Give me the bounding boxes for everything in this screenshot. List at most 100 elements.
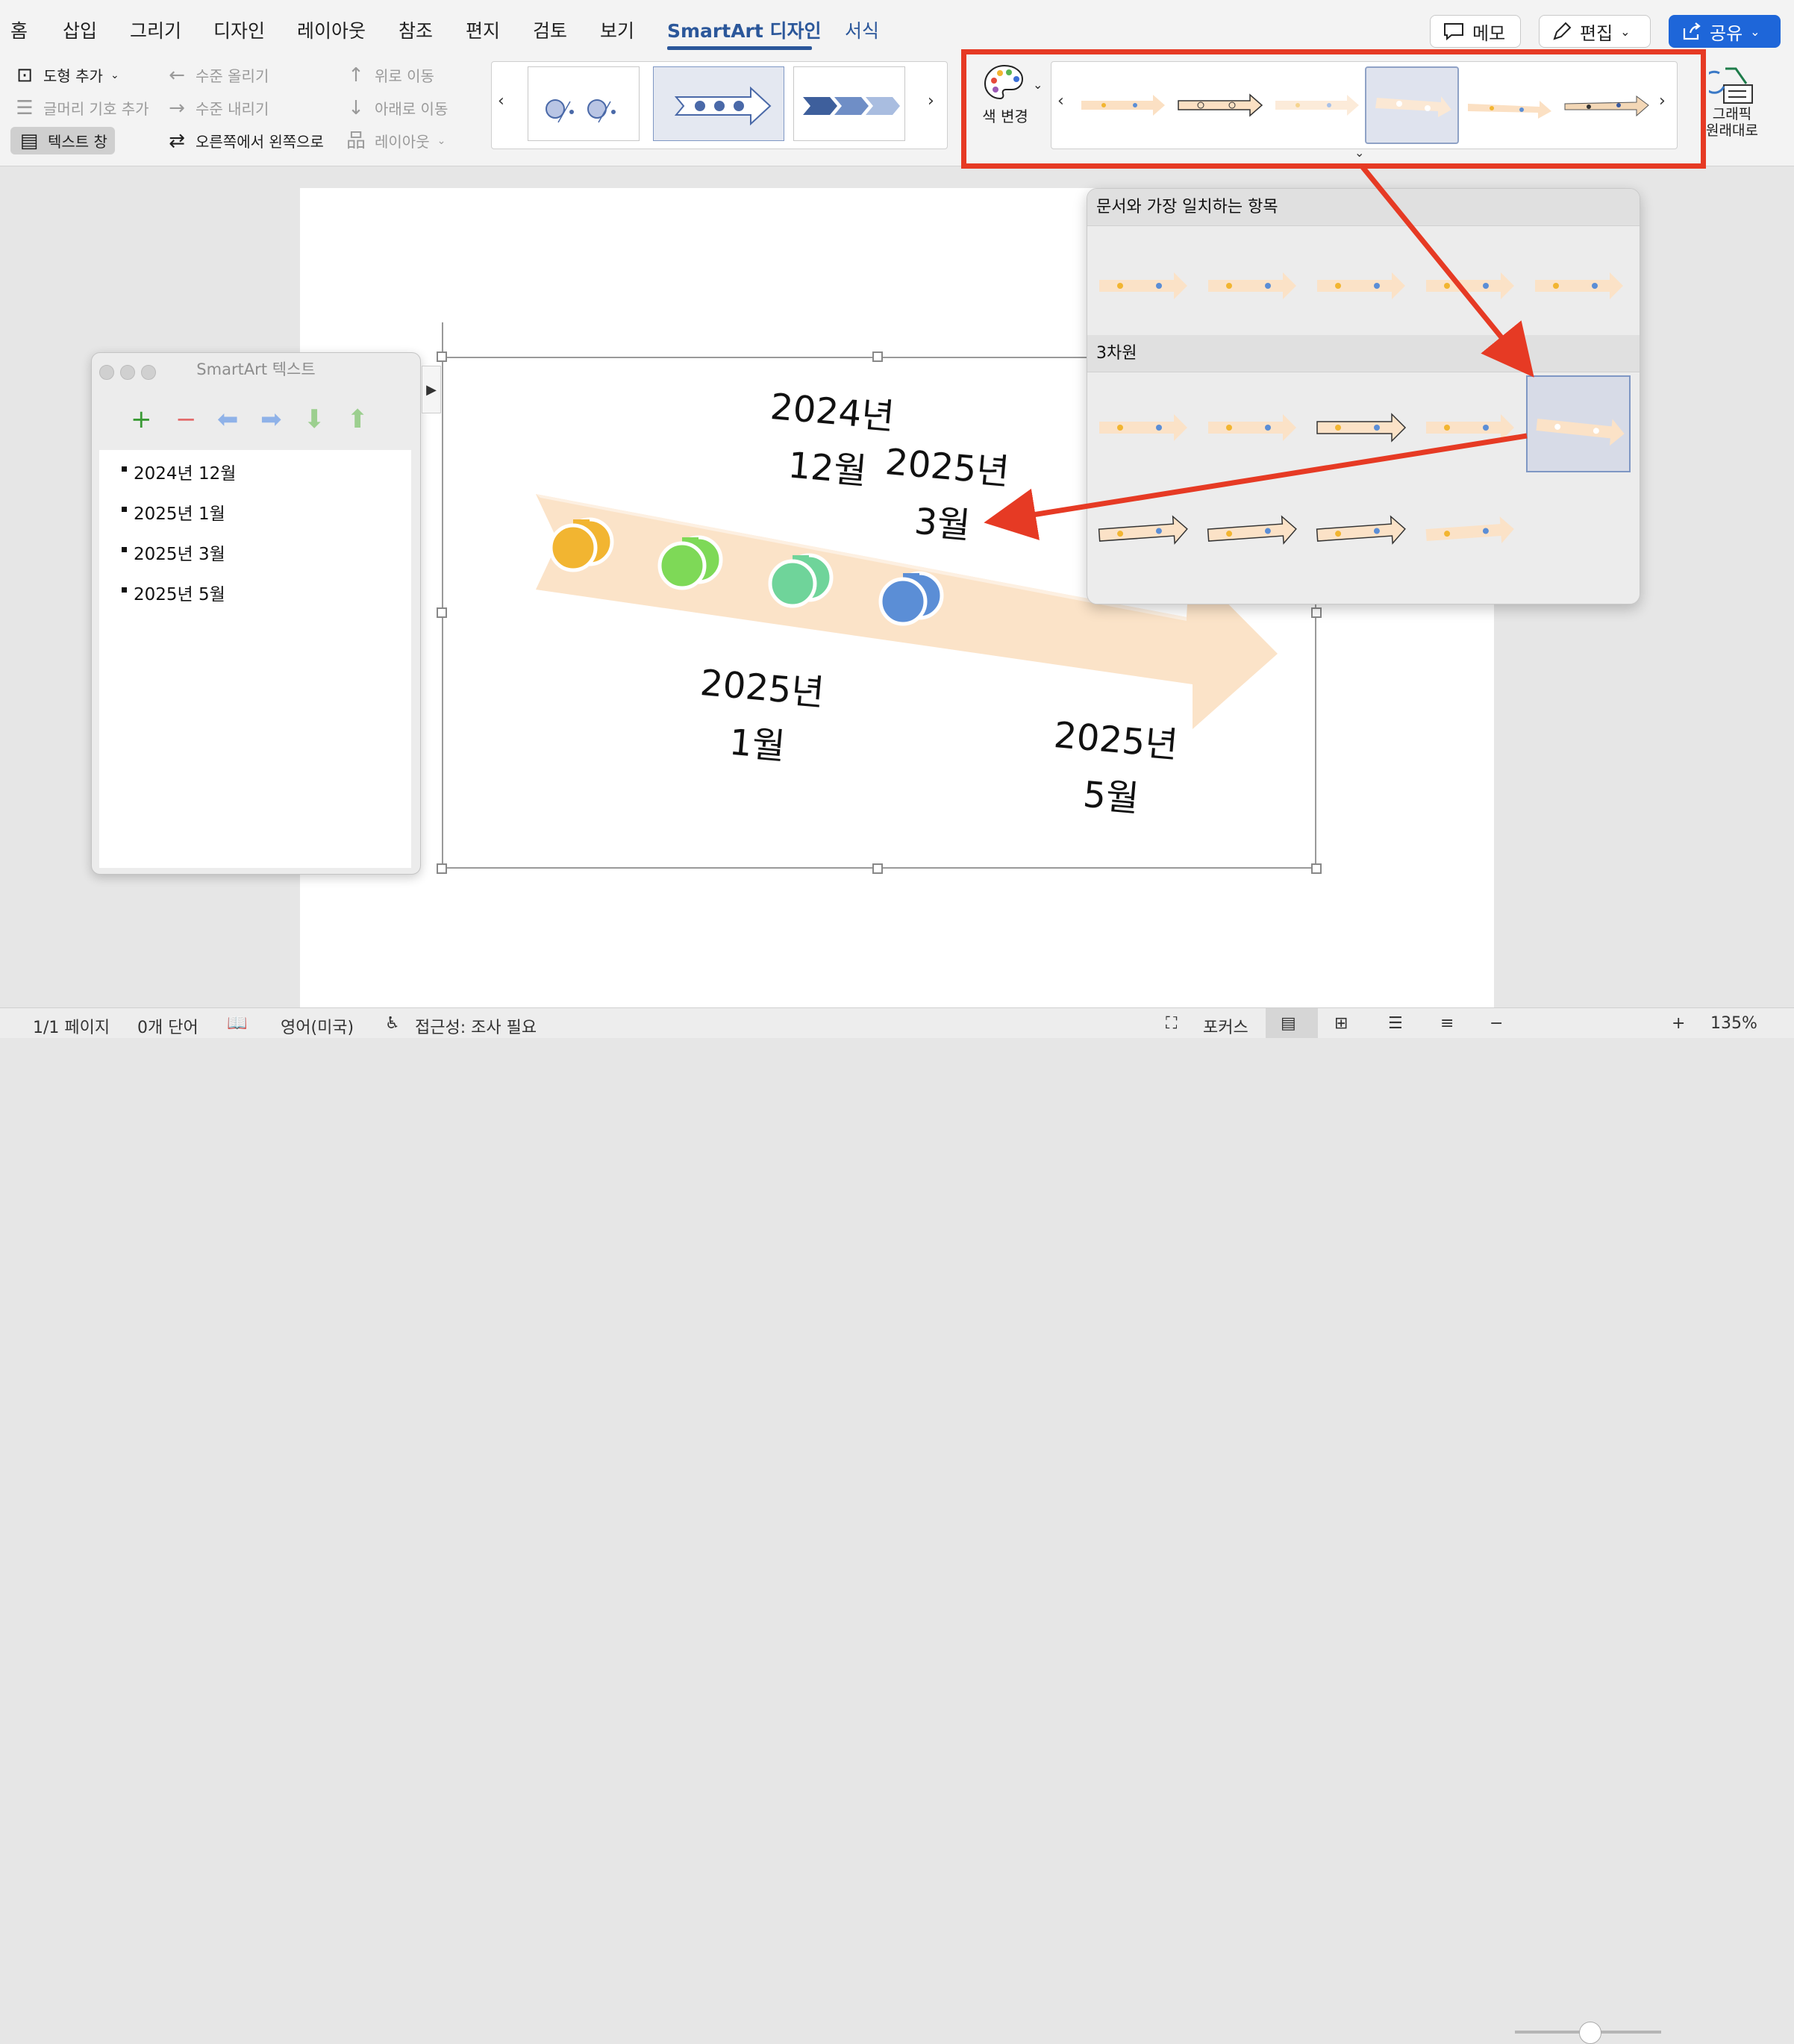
arrow-down-icon: ↓ [348,96,364,119]
draft-view-icon[interactable]: ≡ [1440,1014,1454,1033]
move-up-button[interactable]: ↑ 위로 이동 [345,64,434,86]
style-option-3[interactable] [1308,234,1413,331]
layout-thumb-chevrons[interactable] [793,66,905,141]
tab-format[interactable]: 서식 [845,16,879,43]
promote-label: 수준 올리기 [196,67,269,85]
remove-item-icon[interactable]: − [175,407,197,432]
gallery-next-icon[interactable]: › [928,92,934,110]
section-3d: 3차원 [1087,335,1640,372]
promote-item-icon[interactable]: ⬅ [217,407,239,432]
reset-graphic-button[interactable]: 그래픽 원래대로 [1706,63,1758,139]
move-up-item-icon[interactable]: ⬆ [347,407,369,432]
move-down-button[interactable]: ↓ 아래로 이동 [345,97,448,119]
layout-button[interactable]: 品 레이아웃 ⌄ [345,130,446,151]
style-option-5[interactable] [1526,234,1631,331]
text-pane-toggle[interactable]: ▤ 텍스트 창 [10,127,115,154]
style-arrow-icon [1099,272,1187,299]
arrow-left-icon: ← [169,63,185,87]
edit-mode-button[interactable]: 편집 ⌄ [1539,15,1651,48]
org-chart-icon: 品 [346,129,366,152]
move-up-label: 위로 이동 [375,67,434,85]
style-option-9[interactable] [1417,375,1522,472]
tab-smartart-design[interactable]: SmartArt 디자인 [667,16,822,43]
language[interactable]: 영어(미국) [281,1014,354,1038]
list-item[interactable]: 2025년 3월 [122,540,225,565]
demote-label: 수준 내리기 [196,100,269,118]
demote-item-icon[interactable]: ➡ [260,407,282,432]
comment-button[interactable]: 메모 [1430,15,1521,48]
comment-icon [1444,23,1463,41]
tab-review[interactable]: 검토 [533,16,567,43]
style-option-10[interactable] [1526,375,1631,472]
layout-thumb-arrow-dots[interactable] [653,66,784,141]
share-button[interactable]: 공유 ⌄ [1669,15,1781,48]
style-option-4[interactable] [1417,234,1522,331]
timeline-label-2[interactable]: 2025년 1월 [673,653,846,781]
text-pane-list[interactable]: 2024년 12월 2025년 1월 2025년 3월 2025년 5월 [99,450,411,868]
right-to-left-button[interactable]: ⇄ 오른쪽에서 왼쪽으로 [166,130,324,151]
zoom-in-icon[interactable]: + [1672,1014,1685,1033]
tab-home[interactable]: 홈 [10,16,28,43]
comment-label: 메모 [1472,22,1506,44]
tab-draw[interactable]: 그리기 [130,16,181,43]
tab-view[interactable]: 보기 [600,16,634,43]
zoom-out-icon[interactable]: − [1490,1014,1503,1033]
move-down-label: 아래로 이동 [375,100,448,118]
promote-button[interactable]: ← 수준 올리기 [166,64,269,86]
style-arrow-icon [1536,418,1625,446]
style-arrow-icon [1208,272,1296,299]
style-option-11[interactable] [1090,480,1195,577]
tab-references[interactable]: 참조 [399,16,433,43]
pencil-icon [1553,22,1572,40]
proofing-icon[interactable]: 📖 [227,1014,247,1033]
add-item-icon[interactable]: + [131,407,152,432]
style-arrow-icon [1316,515,1406,545]
tab-design[interactable]: 디자인 [213,16,265,43]
tab-mailings[interactable]: 편지 [466,16,500,43]
style-option-14[interactable] [1417,480,1522,577]
tab-layout[interactable]: 레이아웃 [297,16,366,43]
demote-button[interactable]: → 수준 내리기 [166,97,269,119]
layout-thumb-circles[interactable] [528,66,640,141]
style-option-7[interactable] [1199,375,1304,472]
gallery-prev-icon[interactable]: ‹ [498,92,504,110]
page-count[interactable]: 1/1 페이지 [33,1014,110,1038]
style-option-1[interactable] [1090,234,1195,331]
tab-insert[interactable]: 삽입 [63,16,97,43]
share-label: 공유 [1710,22,1743,44]
style-arrow-icon [1317,272,1405,299]
text-pane-toggle-arrow[interactable]: ▶ [422,366,441,413]
add-shape-label: 도형 추가 [43,67,103,85]
outline-view-icon[interactable]: ☰ [1388,1014,1403,1033]
add-shape-button[interactable]: ⊡ 도형 추가 ⌄ [13,64,119,86]
zoom-level[interactable]: 135% [1710,1014,1757,1033]
accessibility-icon[interactable]: ♿ [385,1014,400,1033]
web-layout-icon[interactable]: ⊞ [1334,1014,1348,1033]
style-option-13[interactable] [1308,480,1413,577]
layout-chevrons-icon [803,97,900,115]
add-bullet-button[interactable]: ☰ 글머리 기호 추가 [13,97,149,119]
focus-icon[interactable]: ⛶ [1166,1014,1177,1033]
style-option-8[interactable] [1308,375,1413,472]
timeline-label-3[interactable]: 2025년 3월 [858,432,1031,560]
zoom-slider-thumb[interactable] [1579,2022,1601,2044]
accessibility-status[interactable]: 접근성: 조사 필요 [415,1014,537,1038]
focus-label[interactable]: 포커스 [1203,1014,1248,1038]
word-count[interactable]: 0개 단어 [137,1014,199,1038]
move-down-item-icon[interactable]: ⬇ [304,407,325,432]
chevron-down-icon: ⌄ [437,134,446,147]
layout-arrow-dots-icon [674,86,772,126]
style-option-6[interactable] [1090,375,1195,472]
style-arrow-icon [1099,414,1187,441]
reset-graphic-label: 그래픽 원래대로 [1706,106,1758,139]
status-bar: 1/1 페이지 0개 단어 📖 영어(미국) ♿ 접근성: 조사 필요 ⛶ 포커… [0,1007,1794,2044]
list-item[interactable]: 2025년 1월 [122,499,225,525]
style-arrow-icon [1426,272,1514,299]
style-option-2[interactable] [1199,234,1304,331]
style-option-12[interactable] [1199,480,1304,577]
list-item[interactable]: 2024년 12월 [121,459,236,484]
timeline-label-4[interactable]: 2025년 5월 [1027,705,1200,833]
text-pane-title: SmartArt 텍스트 [196,360,316,378]
text-pane-icon: ▤ [19,129,39,152]
list-item[interactable]: 2025년 5월 [122,580,225,605]
